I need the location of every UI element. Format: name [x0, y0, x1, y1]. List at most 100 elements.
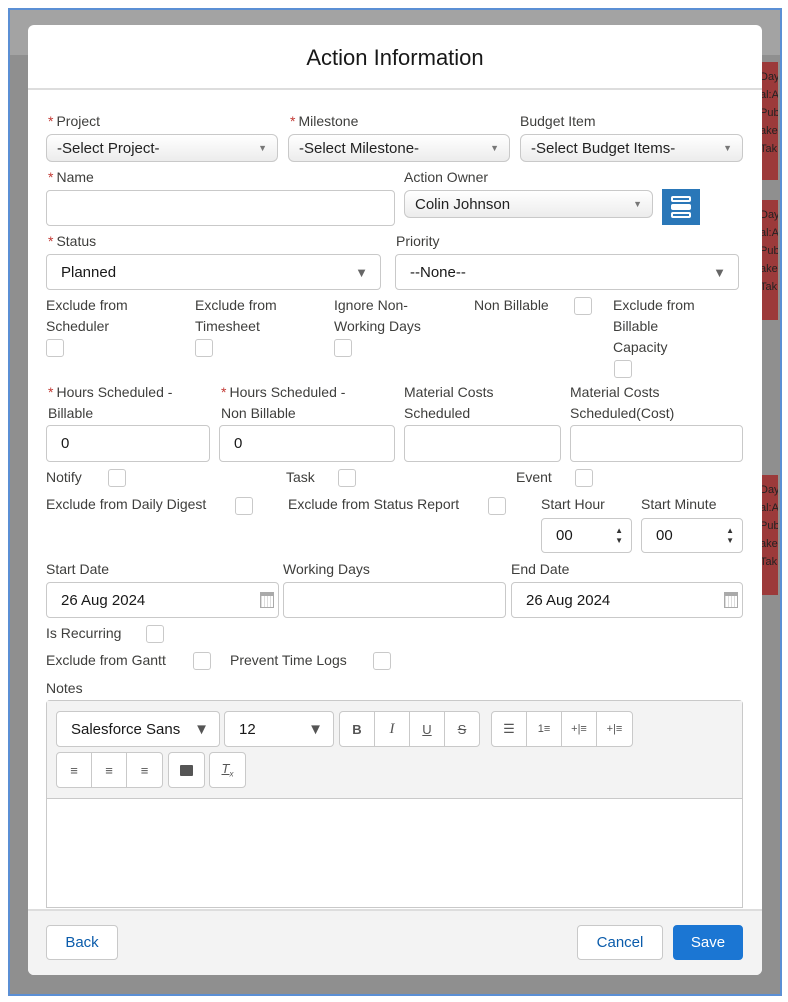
exclude-gantt-checkbox[interactable] — [193, 652, 211, 670]
ignore-non-working-days-checkbox[interactable] — [334, 339, 352, 357]
project-select[interactable]: -Select Project- ▼ — [46, 134, 278, 162]
clear-formatting-icon: Tx — [221, 761, 234, 779]
chevron-down-icon: ▼ — [490, 143, 499, 153]
background-event-card: Day al:A Pub ake Tak — [760, 200, 778, 320]
exclude-timesheet-checkbox[interactable] — [195, 339, 213, 357]
modal-title: Action Information — [28, 25, 762, 90]
exclude-scheduler-label: Exclude from Scheduler — [46, 297, 128, 334]
bg-text: Pub — [760, 107, 778, 119]
chevron-down-icon: ▼ — [194, 720, 209, 738]
start-minute-label: Start Minute — [641, 496, 717, 512]
indent-button[interactable]: +|≡ — [561, 711, 597, 747]
prevent-time-logs-checkbox[interactable] — [373, 652, 391, 670]
bg-text: Day — [760, 209, 778, 221]
align-right-icon: ≡ — [140, 762, 149, 778]
insert-image-button[interactable] — [168, 752, 205, 788]
chevron-down-icon: ▼ — [355, 264, 368, 280]
background-event-card: Day al:A Pub ake Tak — [760, 62, 778, 180]
is-recurring-checkbox[interactable] — [146, 625, 164, 643]
bg-text: ake — [760, 538, 778, 550]
start-date-label: Start Date — [46, 561, 110, 577]
calendar-icon[interactable] — [724, 592, 738, 608]
chevron-down-icon: ▼ — [633, 199, 642, 209]
start-hour-spinner[interactable]: 00 ▲ ▼ — [541, 518, 632, 553]
exclude-billable-capacity-checkbox[interactable] — [614, 360, 632, 378]
exclude-status-report-label: Exclude from Status Report — [288, 496, 460, 512]
action-owner-select[interactable]: Colin Johnson ▼ — [404, 190, 653, 218]
action-owner-label: Action Owner — [404, 169, 489, 185]
font-family-select[interactable]: Salesforce Sans ▼ — [56, 711, 220, 747]
task-label: Task — [286, 469, 315, 485]
working-days-label: Working Days — [283, 561, 370, 577]
notify-label: Notify — [46, 469, 82, 485]
hours-billable-input[interactable]: 0 — [46, 425, 210, 462]
material-costs-input[interactable] — [404, 425, 561, 462]
bg-text: ake — [760, 263, 778, 275]
bg-text: al:A — [760, 227, 778, 239]
budget-item-label: Budget Item — [520, 113, 596, 129]
exclude-billable-capacity-label: Exclude from Billable Capacity — [613, 297, 695, 355]
italic-button[interactable]: I — [374, 711, 410, 747]
align-left-button[interactable]: ≡ — [56, 752, 92, 788]
priority-select[interactable]: --None-- ▼ — [395, 254, 739, 290]
status-select[interactable]: Planned ▼ — [46, 254, 381, 290]
material-costs-label: Material Costs Scheduled — [404, 384, 494, 421]
bg-text: Tak — [760, 281, 778, 293]
bullet-list-icon: ☰ — [503, 721, 515, 736]
event-checkbox[interactable] — [575, 469, 593, 487]
notes-textarea[interactable] — [47, 799, 742, 907]
align-center-button[interactable]: ≡ — [91, 752, 127, 788]
event-label: Event — [516, 469, 552, 485]
non-billable-checkbox[interactable] — [574, 297, 592, 315]
image-icon — [180, 764, 193, 776]
is-recurring-label: Is Recurring — [46, 625, 122, 641]
numbered-list-icon: 1≡ — [537, 723, 551, 735]
underline-button[interactable]: U — [409, 711, 445, 747]
status-label: * Status — [48, 233, 97, 249]
chevron-down-icon: ▼ — [723, 143, 732, 153]
outdent-button[interactable]: +|≡ — [596, 711, 633, 747]
material-costs-cost-input[interactable] — [570, 425, 743, 462]
chevron-down-icon: ▼ — [713, 264, 726, 280]
hours-non-billable-input[interactable]: 0 — [219, 425, 395, 462]
bg-text: ake — [760, 125, 778, 137]
owner-lookup-button[interactable] — [662, 189, 700, 225]
milestone-label: * Milestone — [290, 113, 359, 129]
budget-item-select[interactable]: -Select Budget Items- ▼ — [520, 134, 743, 162]
save-button[interactable]: Save — [673, 925, 743, 960]
align-center-icon: ≡ — [105, 762, 113, 778]
clear-formatting-button[interactable]: Tx — [209, 752, 246, 788]
spinner-arrows-icon[interactable]: ▲ ▼ — [726, 526, 734, 546]
bg-text: Pub — [760, 520, 778, 532]
exclude-status-report-checkbox[interactable] — [488, 497, 506, 515]
calendar-icon[interactable] — [260, 592, 274, 608]
align-right-button[interactable]: ≡ — [126, 752, 163, 788]
bold-button[interactable]: B — [339, 711, 375, 747]
list-icon — [671, 196, 691, 218]
task-checkbox[interactable] — [338, 469, 356, 487]
prevent-time-logs-label: Prevent Time Logs — [230, 652, 347, 668]
numbered-list-button[interactable]: 1≡ — [526, 711, 562, 747]
exclude-daily-digest-checkbox[interactable] — [235, 497, 253, 515]
exclude-daily-digest-label: Exclude from Daily Digest — [46, 496, 207, 512]
start-date-input[interactable]: 26 Aug 2024 — [46, 582, 279, 618]
bg-text: Tak — [760, 143, 778, 155]
back-button[interactable]: Back — [46, 925, 118, 960]
end-date-input[interactable]: 26 Aug 2024 — [511, 582, 743, 618]
priority-label: Priority — [396, 233, 440, 249]
exclude-scheduler-checkbox[interactable] — [46, 339, 64, 357]
working-days-input[interactable] — [283, 582, 506, 618]
exclude-gantt-label: Exclude from Gantt — [46, 652, 166, 668]
start-minute-spinner[interactable]: 00 ▲ ▼ — [641, 518, 743, 553]
bg-text: Tak — [760, 556, 778, 568]
notify-checkbox[interactable] — [108, 469, 126, 487]
outdent-icon: +|≡ — [606, 723, 623, 735]
name-label: * Name — [48, 169, 94, 185]
cancel-button[interactable]: Cancel — [577, 925, 663, 960]
spinner-arrows-icon[interactable]: ▲ ▼ — [615, 526, 623, 546]
font-size-select[interactable]: 12 ▼ — [224, 711, 334, 747]
milestone-select[interactable]: -Select Milestone- ▼ — [288, 134, 510, 162]
name-input[interactable] — [46, 190, 395, 226]
bullet-list-button[interactable]: ☰ — [491, 711, 527, 747]
strikethrough-button[interactable]: S — [444, 711, 480, 747]
